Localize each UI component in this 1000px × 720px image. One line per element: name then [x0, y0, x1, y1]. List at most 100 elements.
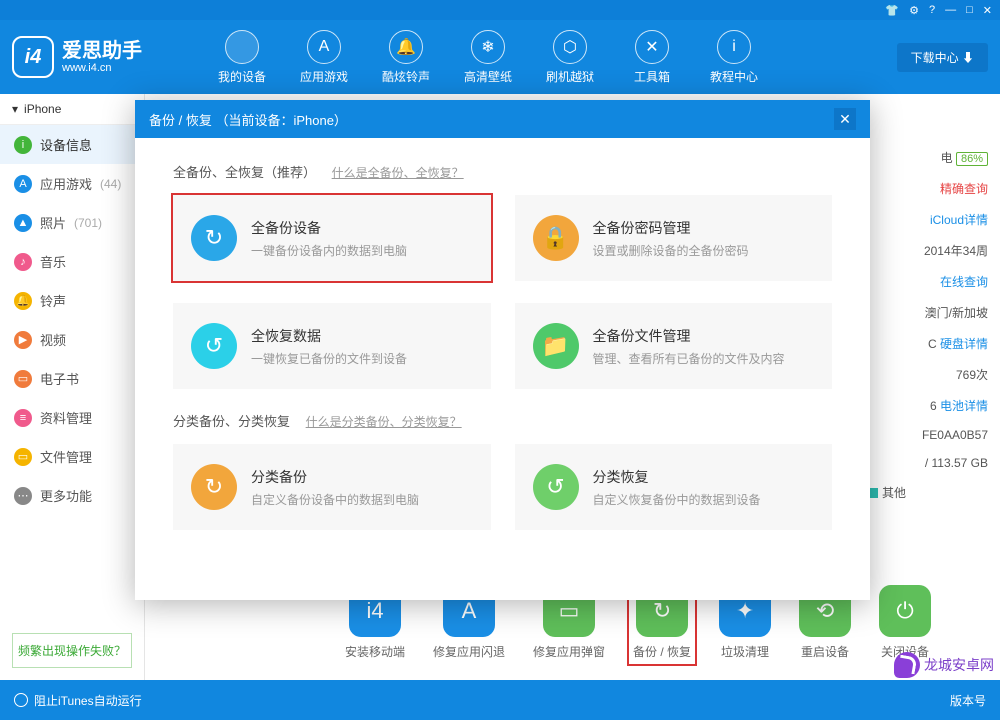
sidebar-item-应用游戏[interactable]: A应用游戏(44) — [0, 164, 144, 203]
card-icon: 📁 — [533, 323, 579, 369]
card-分类恢复[interactable]: ↺ 分类恢复自定义恢复备份中的数据到设备 — [515, 444, 833, 530]
topnav-酷炫铃声[interactable]: 🔔酷炫铃声 — [376, 30, 436, 85]
info-row: FE0AA0B57 — [868, 421, 988, 449]
card-title: 全备份文件管理 — [593, 326, 785, 346]
sidebar-item-更多功能[interactable]: ⋯更多功能 — [0, 476, 144, 515]
logo: i4 爱思助手 www.i4.cn — [12, 36, 192, 78]
topnav-icon: ⬡ — [553, 30, 587, 64]
info-row[interactable]: C 硬盘详情 — [868, 328, 988, 359]
card-icon: 🔒 — [533, 215, 579, 261]
card-desc: 一键恢复已备份的文件到设备 — [251, 350, 407, 367]
logo-badge-icon: i4 — [12, 36, 54, 78]
logo-text-en: www.i4.cn — [62, 62, 142, 74]
info-row[interactable]: 精确查询 — [868, 173, 988, 204]
card-title: 全备份设备 — [251, 218, 407, 238]
watermark-icon — [894, 652, 920, 678]
sidebar-item-icon: ▭ — [14, 448, 32, 466]
sidebar-item-icon: ⋯ — [14, 487, 32, 505]
info-row: 769次 — [868, 359, 988, 390]
help-icon[interactable]: ? — [929, 4, 935, 16]
device-selector[interactable]: ▾ iPhone — [0, 94, 144, 125]
tool-关闭设备[interactable]: ⏻关闭设备 — [879, 585, 931, 660]
topnav-高清壁纸[interactable]: ❄高清壁纸 — [458, 30, 518, 85]
gear-icon[interactable]: ⚙ — [909, 4, 919, 17]
card-icon: ↺ — [533, 464, 579, 510]
modal-close-button[interactable]: ✕ — [834, 108, 856, 130]
card-icon: ↻ — [191, 464, 237, 510]
sidebar-item-icon: ▭ — [14, 370, 32, 388]
card-title: 分类备份 — [251, 467, 419, 487]
logo-text-cn: 爱思助手 — [62, 40, 142, 62]
sidebar-item-icon: ▲ — [14, 214, 32, 232]
topnav-工具箱[interactable]: ✕工具箱 — [622, 30, 682, 85]
sidebar-item-icon: ♪ — [14, 253, 32, 271]
maximize-icon[interactable]: □ — [966, 4, 973, 16]
sidebar-item-电子书[interactable]: ▭电子书 — [0, 359, 144, 398]
sidebar-item-文件管理[interactable]: ▭文件管理 — [0, 437, 144, 476]
card-icon: ↻ — [191, 215, 237, 261]
section2-help-link[interactable]: 什么是分类备份、分类恢复？ — [306, 415, 462, 429]
card-desc: 管理、查看所有已备份的文件及内容 — [593, 350, 785, 367]
backup-restore-modal: 备份 / 恢复 （当前设备：iPhone） ✕ 全备份、全恢复（推荐） 什么是全… — [135, 100, 870, 600]
shirt-icon[interactable]: 👕 — [885, 4, 899, 17]
card-desc: 一键备份设备内的数据到电脑 — [251, 242, 407, 259]
topnav-icon: i — [717, 30, 751, 64]
modal-title: 备份 / 恢复 （当前设备：iPhone） — [149, 110, 347, 129]
close-icon[interactable]: ✕ — [983, 4, 992, 17]
window-titlebar: 👕 ⚙ ? — □ ✕ — [0, 0, 1000, 20]
sidebar-item-icon: ≡ — [14, 409, 32, 427]
topnav-应用游戏[interactable]: A应用游戏 — [294, 30, 354, 85]
topnav-icon: A — [307, 30, 341, 64]
battery-badge: 86% — [956, 152, 988, 166]
topnav-教程中心[interactable]: i教程中心 — [704, 30, 764, 85]
storage-legend: 其他 — [868, 477, 988, 508]
status-ring-icon — [14, 693, 28, 707]
sidebar-item-音乐[interactable]: ♪音乐 — [0, 242, 144, 281]
topnav-我的设备[interactable]: 我的设备 — [212, 30, 272, 85]
section2-title: 分类备份、分类恢复 — [173, 414, 290, 429]
sidebar-item-视频[interactable]: ▶视频 — [0, 320, 144, 359]
card-全备份设备[interactable]: ↻ 全备份设备一键备份设备内的数据到电脑 — [173, 195, 491, 281]
card-desc: 自定义恢复备份中的数据到设备 — [593, 491, 761, 508]
device-info-column: 电 86% 精确查询iCloud详情2014年34周在线查询澳门/新加坡C 硬盘… — [868, 142, 988, 508]
card-desc: 自定义备份设备中的数据到电脑 — [251, 491, 419, 508]
card-title: 全备份密码管理 — [593, 218, 749, 238]
download-center-button[interactable]: 下载中心 ⬇ — [897, 43, 988, 72]
card-全备份文件管理[interactable]: 📁 全备份文件管理管理、查看所有已备份的文件及内容 — [515, 303, 833, 389]
tool-icon: ⏻ — [879, 585, 931, 637]
sidebar-item-资料管理[interactable]: ≡资料管理 — [0, 398, 144, 437]
sidebar-item-设备信息[interactable]: i设备信息 — [0, 125, 144, 164]
card-icon: ↺ — [191, 323, 237, 369]
card-title: 分类恢复 — [593, 467, 761, 487]
watermark: 龙城安卓网 — [894, 652, 994, 678]
itunes-block-toggle[interactable]: 阻止iTunes自动运行 — [34, 692, 142, 709]
info-row: 澳门/新加坡 — [868, 297, 988, 328]
battery-label: 电 — [941, 151, 953, 165]
card-desc: 设置或删除设备的全备份密码 — [593, 242, 749, 259]
sidebar-item-icon: A — [14, 175, 32, 193]
topnav-icon: ✕ — [635, 30, 669, 64]
sidebar-item-照片[interactable]: ▲照片(701) — [0, 203, 144, 242]
sidebar-item-铃声[interactable]: 🔔铃声 — [0, 281, 144, 320]
device-name: iPhone — [24, 102, 61, 116]
status-bar: 阻止iTunes自动运行 版本号 — [0, 680, 1000, 720]
info-row[interactable]: 6 电池详情 — [868, 390, 988, 421]
sidebar-item-icon: i — [14, 136, 32, 154]
storage-text: / 113.57 GB — [868, 449, 988, 477]
topnav-icon: ❄ — [471, 30, 505, 64]
sidebar: ▾ iPhone i设备信息A应用游戏(44)▲照片(701)♪音乐🔔铃声▶视频… — [0, 94, 145, 680]
card-全备份密码管理[interactable]: 🔒 全备份密码管理设置或删除设备的全备份密码 — [515, 195, 833, 281]
section1-help-link[interactable]: 什么是全备份、全恢复？ — [332, 166, 464, 180]
topnav-icon — [225, 30, 259, 64]
version-label: 版本号 — [950, 692, 986, 709]
sidebar-help-link[interactable]: 频繁出现操作失败？ — [12, 633, 132, 668]
section1-title: 全备份、全恢复（推荐） — [173, 165, 316, 180]
topnav-刷机越狱[interactable]: ⬡刷机越狱 — [540, 30, 600, 85]
minimize-icon[interactable]: — — [945, 4, 956, 16]
card-全恢复数据[interactable]: ↺全恢复数据一键恢复已备份的文件到设备 — [173, 303, 491, 389]
info-row[interactable]: iCloud详情 — [868, 204, 988, 235]
info-row[interactable]: 在线查询 — [868, 266, 988, 297]
chevron-down-icon: ▾ — [12, 102, 18, 116]
topnav-icon: 🔔 — [389, 30, 423, 64]
card-分类备份[interactable]: ↻ 分类备份自定义备份设备中的数据到电脑 — [173, 444, 491, 530]
